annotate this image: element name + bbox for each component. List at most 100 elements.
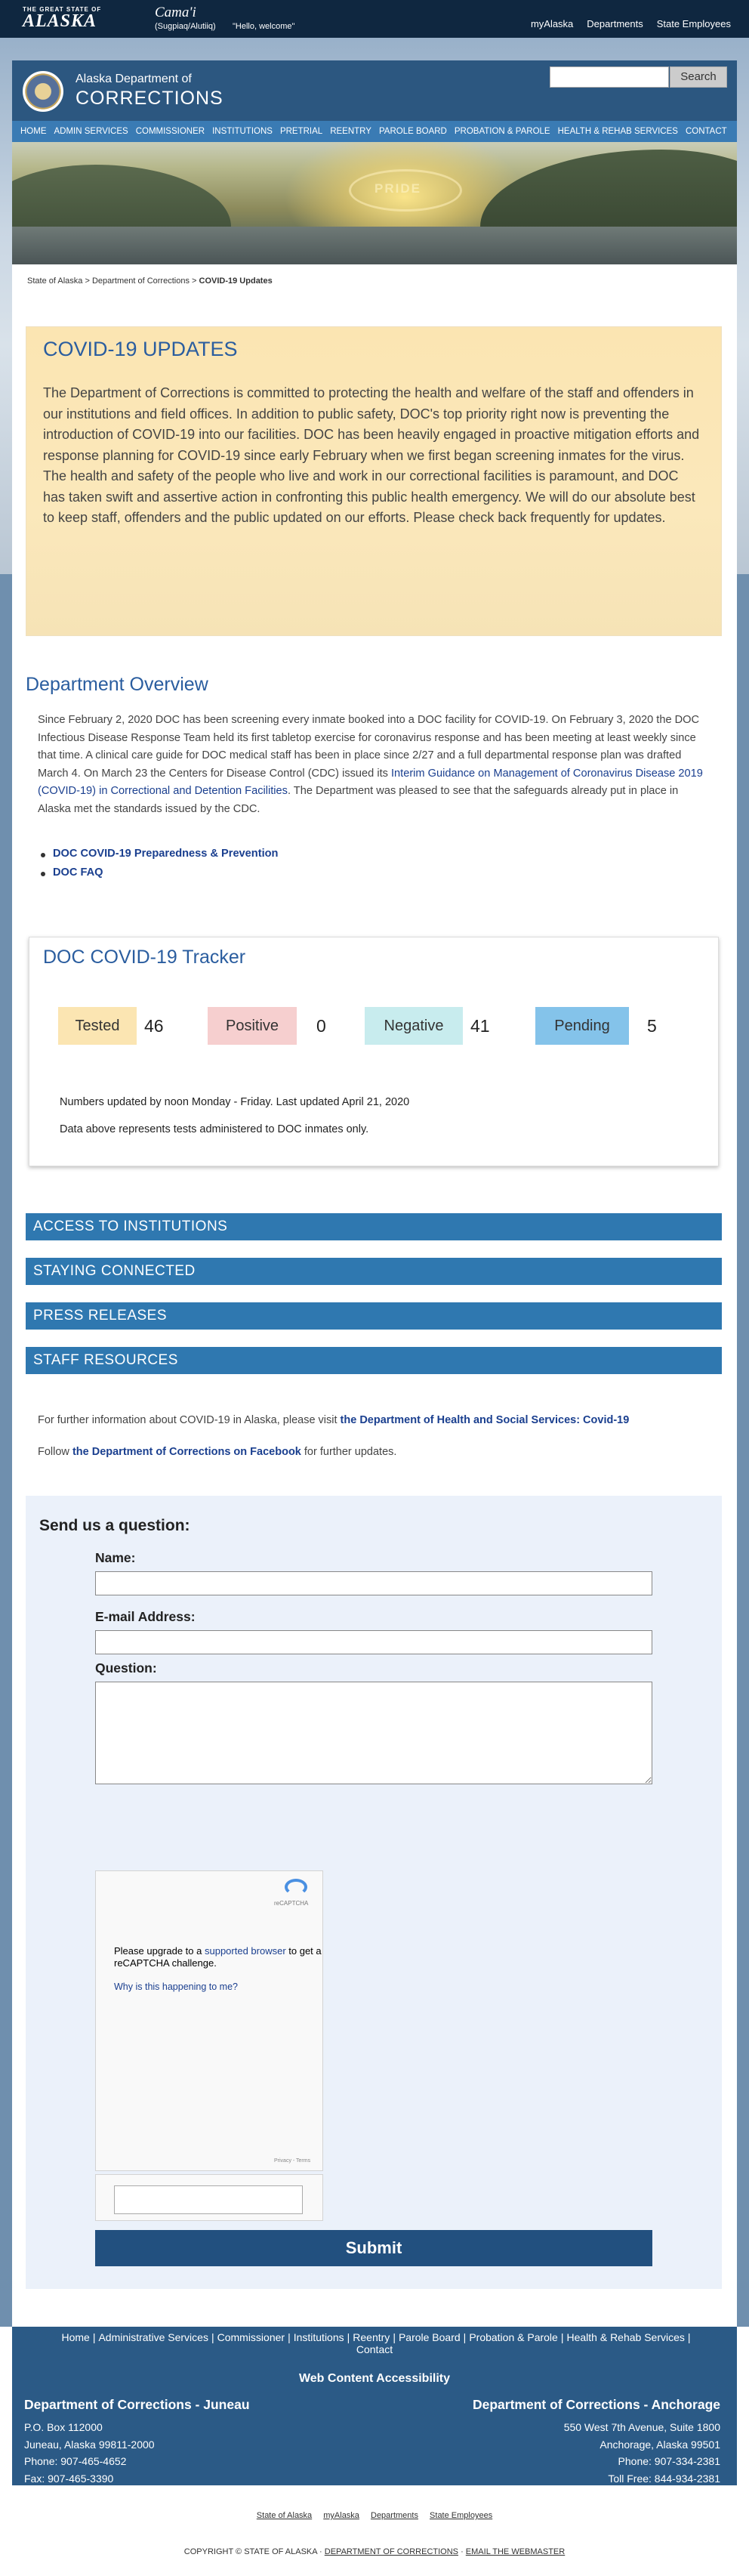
copyright: COPYRIGHT © STATE OF ALASKA · DEPARTMENT… <box>0 2547 749 2556</box>
accessibility-link[interactable]: Web Content Accessibility <box>12 2372 737 2386</box>
juneau-line: Juneau, Alaska 99811-2000 <box>24 2438 155 2451</box>
anchorage-tollfree: Toll Free: 844-934-2381 <box>608 2472 720 2485</box>
breadcrumb-current: COVID-19 Updates <box>199 276 273 286</box>
email-webmaster-link[interactable]: EMAIL THE WEBMASTER <box>466 2547 565 2556</box>
juneau-title: Department of Corrections - Juneau <box>24 2397 250 2412</box>
search-button[interactable]: Search <box>670 66 727 88</box>
breadcrumb-separator: > <box>192 276 197 286</box>
updates-body: The Department of Corrections is committ… <box>43 385 700 525</box>
supported-browser-link[interactable]: supported browser <box>205 1945 286 1957</box>
info-line-dhss: For further information about COVID-19 i… <box>38 1414 629 1426</box>
nav-contact[interactable]: CONTACT <box>682 127 731 136</box>
submit-button[interactable]: Submit <box>95 2230 652 2266</box>
accordion-press-releases[interactable]: PRESS RELEASES <box>26 1302 722 1330</box>
nav-reentry[interactable]: REENTRY <box>326 127 375 136</box>
negative-count: 41 <box>470 1016 490 1036</box>
footer-nav: Home | Administrative Services | Commissione… <box>12 2331 737 2355</box>
copyright-text: COPYRIGHT © STATE OF ALASKA · <box>183 2547 325 2556</box>
faq-link[interactable]: DOC FAQ <box>53 866 103 879</box>
accordion-staying-connected[interactable]: STAYING CONNECTED <box>26 1258 722 1285</box>
greeting-translation: "Hello, welcome" <box>233 22 295 31</box>
accordion-staff-resources[interactable]: STAFF RESOURCES <box>26 1347 722 1374</box>
overview-links: DOC COVID-19 Preparedness & Prevention D… <box>41 848 278 885</box>
bottom-link-myalaska[interactable]: myAlaska <box>323 2511 359 2520</box>
negative-badge: Negative <box>365 1007 463 1045</box>
recaptcha-message: Please upgrade to a supported browser to… <box>114 1945 322 1969</box>
positive-count: 0 <box>316 1016 326 1036</box>
footer-link-health[interactable]: Health & Rehab Services <box>563 2331 687 2343</box>
footer-link-contact[interactable]: Contact <box>353 2343 396 2355</box>
name-field[interactable] <box>95 1571 652 1595</box>
logo-big-text: ALASKA <box>23 11 97 31</box>
anchorage-title: Department of Corrections - Anchorage <box>472 2397 720 2412</box>
nav-commissioner[interactable]: COMMISSIONER <box>132 127 208 136</box>
breadcrumb-state[interactable]: State of Alaska <box>27 276 82 286</box>
org-name-line2[interactable]: CORRECTIONS <box>76 88 223 110</box>
pending-count: 5 <box>647 1016 657 1036</box>
greeting: Cama'i (Sugpiaq/Alutiiq) <box>155 5 216 31</box>
top-links: myAlaska Departments State Employees <box>531 18 731 29</box>
anchorage-line: 550 West 7th Avenue, Suite 1800 <box>563 2421 720 2433</box>
nav-parole-board[interactable]: PAROLE BOARD <box>375 127 451 136</box>
juneau-fax: Fax: 907-465-3390 <box>24 2472 114 2485</box>
preparedness-link[interactable]: DOC COVID-19 Preparedness & Prevention <box>53 848 278 860</box>
footer-link-parole-board[interactable]: Parole Board <box>396 2331 464 2343</box>
nav-admin-services[interactable]: ADMIN SERVICES <box>51 127 132 136</box>
recaptcha-privacy-terms[interactable]: Privacy - Terms <box>274 2158 310 2164</box>
bottom-link-state[interactable]: State of Alaska <box>257 2511 312 2520</box>
top-link-myalaska[interactable]: myAlaska <box>531 18 573 29</box>
footer: Home | Administrative Services | Commissione… <box>12 2327 737 2485</box>
hero-banner-image: PRIDE <box>12 142 737 264</box>
email-field[interactable] <box>95 1630 652 1654</box>
org-name-line1: Alaska Department of <box>76 73 192 85</box>
copyright-doc-link[interactable]: DEPARTMENT OF CORRECTIONS <box>325 2547 458 2556</box>
footer-link-probation[interactable]: Probation & Parole <box>466 2331 561 2343</box>
question-field[interactable] <box>95 1682 652 1784</box>
name-label: Name: <box>95 1550 136 1565</box>
search-input[interactable] <box>550 66 669 88</box>
question-label: Question: <box>95 1660 157 1676</box>
breadcrumb-separator: > <box>85 276 90 286</box>
nav-probation-parole[interactable]: PROBATION & PAROLE <box>451 127 554 136</box>
department-seal-icon[interactable] <box>23 71 63 112</box>
updates-title: COVID-19 UPDATES <box>43 338 238 360</box>
list-item: DOC FAQ <box>41 866 278 879</box>
footer-link-reentry[interactable]: Reentry <box>350 2331 393 2343</box>
top-link-state-employees[interactable]: State Employees <box>657 18 731 29</box>
tested-count: 46 <box>144 1016 164 1036</box>
footer-link-admin[interactable]: Administrative Services <box>95 2331 211 2343</box>
facebook-link[interactable]: the Department of Corrections on Faceboo… <box>72 1446 301 1458</box>
nav-institutions[interactable]: INSTITUTIONS <box>208 127 276 136</box>
footer-link-institutions[interactable]: Institutions <box>291 2331 347 2343</box>
tracker-title: DOC COVID-19 Tracker <box>43 947 246 968</box>
recaptcha-text: Please upgrade to a <box>114 1945 205 1957</box>
bottom-links: State of Alaska myAlaska Departments Sta… <box>0 2511 749 2520</box>
accordion-access-institutions[interactable]: ACCESS TO INSTITUTIONS <box>26 1213 722 1240</box>
pending-badge: Pending <box>535 1007 629 1045</box>
bottom-link-departments[interactable]: Departments <box>371 2511 418 2520</box>
why-link[interactable]: Why is this happening to me? <box>114 1981 238 1992</box>
recaptcha-response-input[interactable] <box>114 2185 303 2214</box>
nav-home[interactable]: HOME <box>17 127 51 136</box>
state-top-bar: THE GREAT STATE OF ALASKA Cama'i (Sugpia… <box>0 0 749 38</box>
breadcrumb-department[interactable]: Department of Corrections <box>92 276 190 286</box>
nav-health-rehab[interactable]: HEALTH & REHAB SERVICES <box>554 127 682 136</box>
recaptcha-icon <box>285 1879 307 1895</box>
tested-badge: Tested <box>58 1007 137 1045</box>
covid-tracker: DOC COVID-19 Tracker Tested 46 Positive … <box>29 937 719 1166</box>
nav-pretrial[interactable]: PRETRIAL <box>276 127 326 136</box>
bottom-link-employees[interactable]: State Employees <box>430 2511 492 2520</box>
positive-badge: Positive <box>208 1007 297 1045</box>
dhss-covid-link[interactable]: the Department of Health and Social Serv… <box>341 1414 630 1426</box>
hero-badge-text: PRIDE <box>374 181 421 196</box>
footer-link-home[interactable]: Home <box>58 2331 92 2343</box>
top-link-departments[interactable]: Departments <box>587 18 643 29</box>
recaptcha-widget: reCAPTCHA Please upgrade to a supported … <box>95 1870 323 2171</box>
juneau-phone: Phone: 907-465-4652 <box>24 2455 127 2467</box>
department-header: Alaska Department of CORRECTIONS Search <box>12 60 737 121</box>
info-text: for further updates. <box>301 1446 397 1458</box>
alaska-logo[interactable]: THE GREAT STATE OF ALASKA <box>23 6 101 31</box>
juneau-line: P.O. Box 112000 <box>24 2421 103 2433</box>
greeting-word: Cama'i <box>155 5 196 20</box>
footer-link-commissioner[interactable]: Commissioner <box>214 2331 288 2343</box>
